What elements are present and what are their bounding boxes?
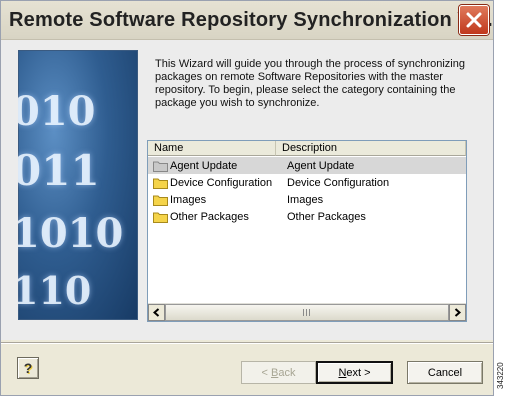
- back-button-label: ack: [278, 366, 296, 379]
- folder-icon: [153, 212, 168, 223]
- list-item-description: Device Configuration: [287, 176, 390, 189]
- close-button[interactable]: [459, 5, 489, 35]
- list-item-agent-update[interactable]: Agent Update Agent Update: [148, 157, 466, 174]
- wizard-content: 010 011 1010 110 This Wizard will guide …: [1, 40, 493, 340]
- next-button[interactable]: Next >: [316, 361, 393, 384]
- help-button[interactable]: ?: [17, 357, 39, 379]
- list-rows: Agent Update Agent Update Device Configu…: [148, 157, 466, 225]
- scroll-right-button[interactable]: [449, 304, 466, 321]
- scroll-thumb[interactable]: [165, 304, 449, 321]
- grip-icon: [302, 309, 312, 316]
- binary-text: 110: [18, 268, 92, 313]
- list-item-name: Agent Update: [170, 159, 238, 172]
- list-item-other-packages[interactable]: Other Packages Other Packages: [148, 208, 466, 225]
- binary-text: 1010: [18, 210, 124, 257]
- list-header: Name Description: [148, 141, 466, 156]
- list-item-name: Device Configuration: [170, 176, 273, 189]
- wizard-window: Remote Software Repository Synchronizati…: [0, 0, 494, 396]
- back-button[interactable]: < Back: [241, 361, 316, 384]
- folder-icon: [153, 195, 168, 206]
- scroll-left-button[interactable]: [148, 304, 165, 321]
- column-header-description[interactable]: Description: [276, 141, 466, 156]
- help-question-icon: ?: [23, 360, 33, 376]
- footer-divider: [1, 342, 493, 344]
- window-title: Remote Software Repository Synchronizati…: [9, 9, 493, 31]
- list-item-description: Images: [287, 193, 324, 206]
- intro-text: This Wizard will guide you through the p…: [155, 58, 465, 109]
- back-button-mnemonic: B: [271, 366, 279, 379]
- binary-text: 010: [18, 88, 96, 135]
- list-item-description: Agent Update: [287, 159, 355, 172]
- list-item-images[interactable]: Images Images: [148, 191, 466, 208]
- package-category-list[interactable]: Name Description Agent Update Agent Upda…: [147, 140, 467, 322]
- next-button-mnemonic: N: [338, 366, 347, 379]
- folder-icon: [153, 161, 168, 172]
- column-header-name[interactable]: Name: [148, 141, 276, 156]
- list-item-name: Other Packages: [170, 210, 249, 223]
- close-x-icon: [466, 12, 482, 28]
- figure-id-label: 343220: [496, 362, 505, 390]
- folder-icon: [153, 178, 168, 189]
- title-bar[interactable]: Remote Software Repository Synchronizati…: [1, 1, 493, 40]
- binary-text: 011: [18, 146, 100, 195]
- next-button-label: ext >: [346, 366, 371, 379]
- chevron-right-icon: [454, 308, 461, 317]
- binary-banner-image: 010 011 1010 110: [18, 50, 138, 320]
- list-item-description: Other Packages: [287, 210, 366, 223]
- list-item-device-configuration[interactable]: Device Configuration Device Configuratio…: [148, 174, 466, 191]
- cancel-button-label: Cancel: [427, 366, 463, 379]
- cancel-button[interactable]: Cancel: [407, 361, 483, 384]
- horizontal-scrollbar[interactable]: [148, 303, 466, 321]
- chevron-left-icon: [153, 308, 160, 317]
- list-item-name: Images: [170, 193, 207, 206]
- back-button-prefix: <: [261, 366, 271, 379]
